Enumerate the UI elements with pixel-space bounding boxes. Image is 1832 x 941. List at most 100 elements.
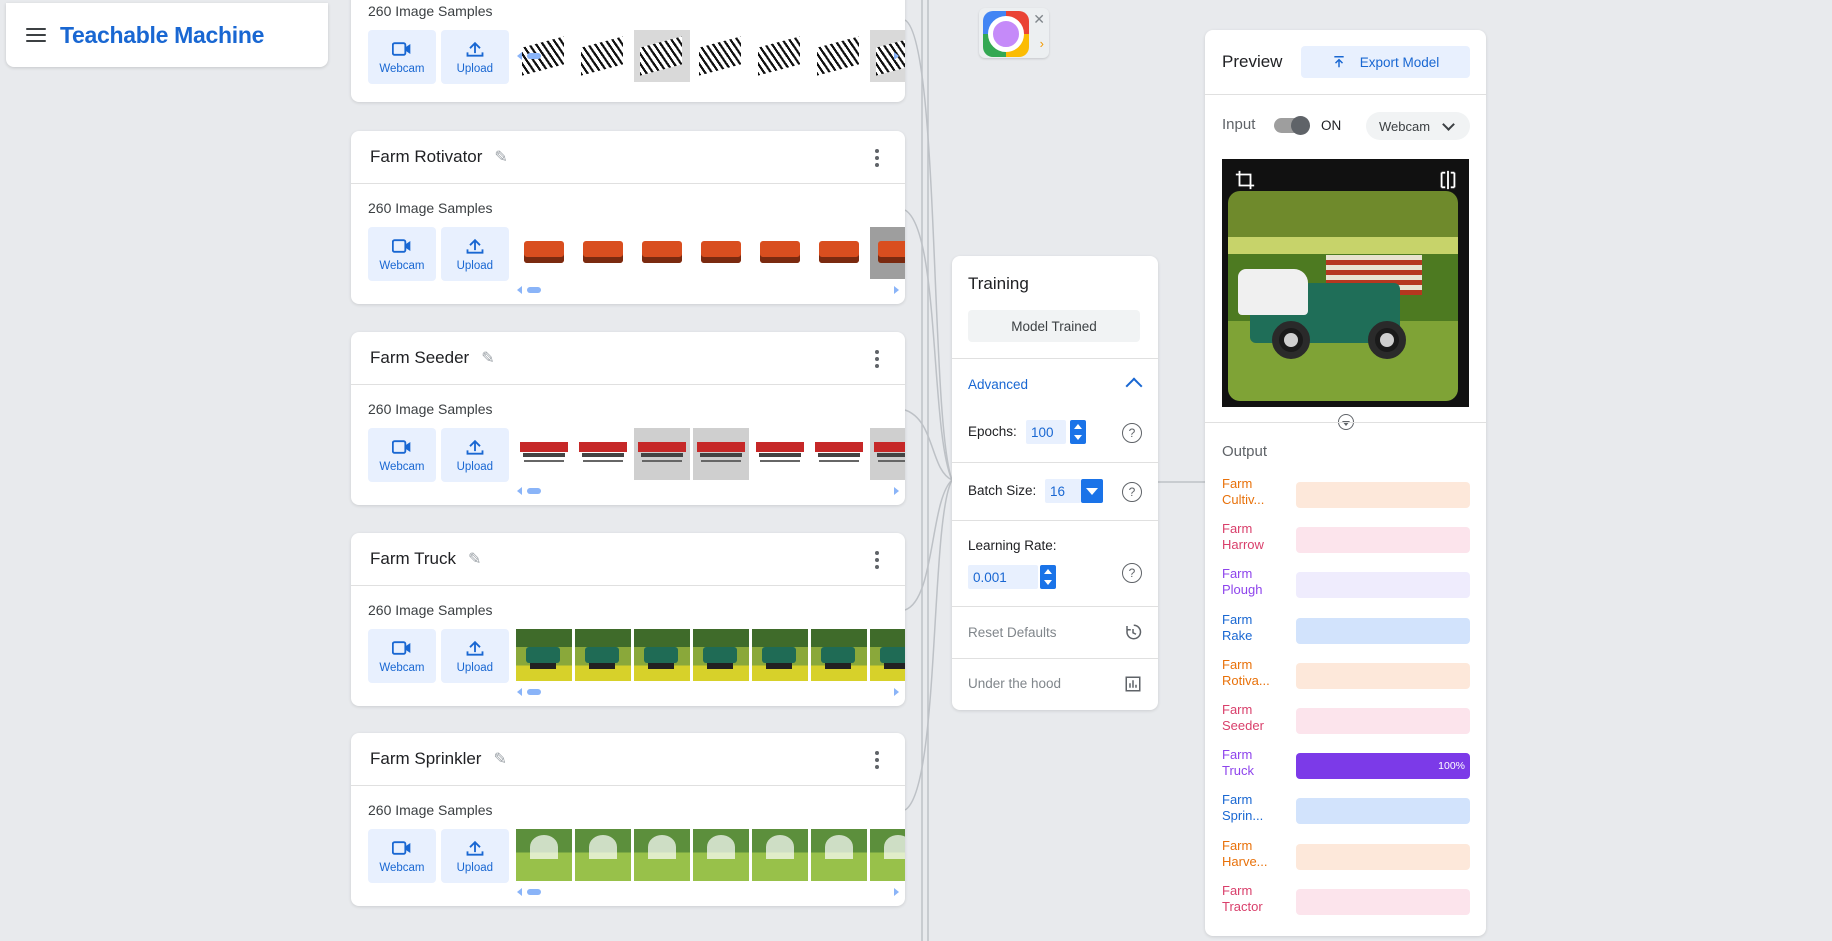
advanced-toggle[interactable]: Advanced [968, 377, 1028, 392]
sample-thumbnail[interactable] [692, 227, 749, 279]
sample-thumbnail[interactable] [574, 227, 631, 279]
output-row: Farm Seeder [1222, 702, 1470, 740]
crop-icon[interactable] [1234, 169, 1256, 191]
pencil-icon[interactable]: ✎ [494, 147, 507, 167]
webcam-button[interactable]: Webcam [368, 30, 436, 84]
sample-thumbnail[interactable] [810, 629, 867, 681]
chart-icon[interactable] [1124, 675, 1142, 693]
thumbnail-scrollbar[interactable] [517, 688, 899, 696]
input-toggle[interactable] [1274, 116, 1310, 135]
batch-size-select[interactable]: 16 [1045, 479, 1081, 503]
sample-thumbnail[interactable] [515, 629, 572, 681]
webcam-button[interactable]: Webcam [368, 629, 436, 683]
toggle-state-label: ON [1321, 118, 1342, 133]
history-icon[interactable] [1124, 623, 1142, 641]
sample-thumbnail[interactable] [692, 428, 749, 480]
class-card-header: Farm Sprinkler ✎ [351, 733, 905, 786]
sample-thumbnail[interactable] [751, 227, 808, 279]
sample-thumbnail[interactable] [692, 829, 749, 881]
sample-thumbnail[interactable] [692, 629, 749, 681]
more-options-icon[interactable] [875, 149, 879, 167]
sample-thumbnail[interactable] [633, 227, 690, 279]
class-name[interactable]: Farm Truck [370, 549, 456, 569]
epochs-input[interactable]: 100 [1026, 420, 1066, 444]
sample-thumbnail[interactable] [869, 829, 905, 881]
train-model-button[interactable]: Model Trained [968, 310, 1140, 342]
divider [952, 606, 1158, 607]
class-name[interactable]: Farm Sprinkler [370, 749, 481, 769]
output-class-name: Farm Rotiva... [1222, 656, 1270, 688]
sample-thumbnail[interactable] [869, 428, 905, 480]
upload-label: Upload [456, 62, 494, 75]
upload-button[interactable]: Upload [440, 829, 509, 883]
samples-count: 260 Image Samples [368, 401, 493, 417]
close-icon[interactable]: ✕ [1033, 11, 1045, 28]
learning-rate-stepper[interactable] [1040, 565, 1056, 589]
sample-thumbnail[interactable] [515, 829, 572, 881]
sample-thumbnail[interactable] [574, 829, 631, 881]
sample-thumbnail[interactable] [574, 629, 631, 681]
chevron-right-icon[interactable]: › [1040, 36, 1044, 51]
thumbnail-scrollbar[interactable] [517, 52, 899, 60]
sample-thumbnail[interactable] [869, 629, 905, 681]
sample-thumbnail[interactable] [751, 829, 808, 881]
pencil-icon[interactable]: ✎ [481, 348, 494, 368]
pencil-icon[interactable]: ✎ [468, 549, 481, 569]
upload-button[interactable]: Upload [440, 629, 509, 683]
menu-icon[interactable] [26, 28, 46, 42]
help-icon[interactable]: ? [1122, 423, 1142, 443]
flip-icon[interactable] [1437, 169, 1459, 191]
more-options-icon[interactable] [875, 751, 879, 769]
sample-thumbnail[interactable] [515, 428, 572, 480]
class-name[interactable]: Farm Seeder [370, 348, 469, 368]
output-class-name: Farm Rake [1222, 611, 1253, 643]
upload-label: Upload [456, 460, 494, 473]
class-card-body: 260 Image Samples Webcam Upload [351, 0, 905, 84]
upload-button[interactable]: Upload [440, 428, 509, 482]
sample-thumbnail[interactable] [810, 829, 867, 881]
sample-thumbnail[interactable] [751, 428, 808, 480]
export-model-button[interactable]: Export Model [1301, 46, 1470, 78]
samples-count: 260 Image Samples [368, 802, 493, 818]
training-title: Training [968, 274, 1029, 293]
sample-thumbnail[interactable] [810, 428, 867, 480]
sample-thumbnail[interactable] [810, 227, 867, 279]
sample-thumbnail[interactable] [633, 428, 690, 480]
class-card: Farm Rotivator ✎ 260 Image Samples Webca… [351, 131, 905, 304]
batch-size-dropdown[interactable] [1081, 479, 1103, 503]
webcam-label: Webcam [379, 259, 425, 272]
app-title: Teachable Machine [60, 21, 265, 48]
sample-thumbnail[interactable] [633, 629, 690, 681]
upload-button[interactable]: Upload [440, 227, 509, 281]
chevron-up-icon[interactable] [1125, 377, 1143, 395]
sample-thumbnail[interactable] [515, 227, 572, 279]
floating-assistant-widget[interactable]: ✕ › [979, 8, 1049, 58]
reset-defaults-button[interactable]: Reset Defaults [968, 625, 1057, 640]
sample-thumbnail[interactable] [574, 428, 631, 480]
learning-rate-input[interactable]: 0.001 [968, 565, 1038, 589]
sample-thumbnail[interactable] [633, 829, 690, 881]
under-the-hood-button[interactable]: Under the hood [968, 676, 1061, 691]
webcam-button[interactable]: Webcam [368, 829, 436, 883]
sample-thumbnail[interactable] [869, 227, 905, 279]
help-icon[interactable]: ? [1122, 563, 1142, 583]
upload-button[interactable]: Upload [440, 30, 509, 84]
more-options-icon[interactable] [875, 350, 879, 368]
webcam-frame [1228, 191, 1458, 401]
output-row: Farm Rake [1222, 612, 1470, 650]
assistant-logo-icon[interactable] [983, 11, 1029, 57]
webcam-button[interactable]: Webcam [368, 428, 436, 482]
sample-thumbnail[interactable] [751, 629, 808, 681]
webcam-button[interactable]: Webcam [368, 227, 436, 281]
input-source-select[interactable]: Webcam [1366, 112, 1470, 140]
thumbnail-scrollbar[interactable] [517, 888, 899, 896]
thumbnail-scrollbar[interactable] [517, 487, 899, 495]
help-icon[interactable]: ? [1122, 482, 1142, 502]
more-options-icon[interactable] [875, 551, 879, 569]
epochs-stepper[interactable] [1070, 420, 1086, 444]
pencil-icon[interactable]: ✎ [493, 749, 506, 769]
video-camera-icon [391, 840, 411, 855]
thumbnail-scrollbar[interactable] [517, 286, 899, 294]
class-name[interactable]: Farm Rotivator [370, 147, 482, 167]
video-camera-icon [391, 640, 411, 655]
